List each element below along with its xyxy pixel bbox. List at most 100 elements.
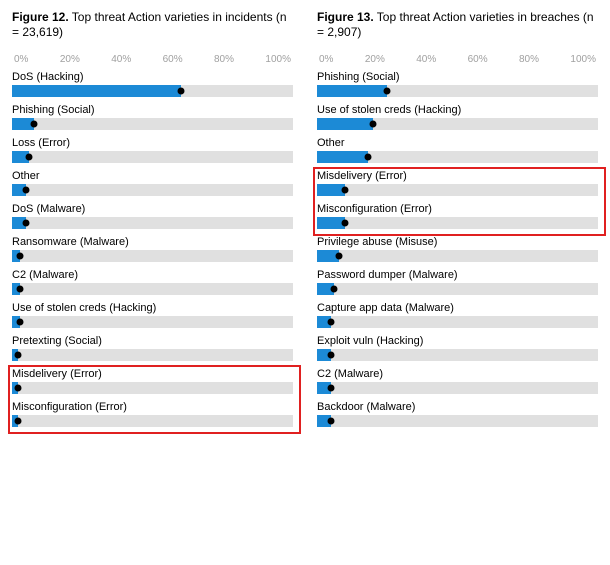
figure-12-panel: Figure 12. Top threat Action varieties i… (12, 10, 293, 553)
bar-row: C2 (Malware) (317, 368, 598, 394)
axis-tick: 100% (265, 54, 291, 65)
bar-label: Capture app data (Malware) (317, 302, 598, 316)
bar-track (12, 415, 293, 427)
bar-track (317, 217, 598, 229)
bar-label: Exploit vuln (Hacking) (317, 335, 598, 349)
bar-row: Use of stolen creds (Hacking) (317, 104, 598, 130)
axis-tick: 100% (570, 54, 596, 65)
bar-track (12, 184, 293, 196)
bar-dot (364, 154, 371, 161)
bar-row: Misdelivery (Error) (12, 368, 293, 394)
bar-dot (23, 220, 30, 227)
bar-row: Use of stolen creds (Hacking) (12, 302, 293, 328)
bar-label: Privilege abuse (Misuse) (317, 236, 598, 250)
bar-track (12, 151, 293, 163)
figure-12-rows: DoS (Hacking)Phishing (Social)Loss (Erro… (12, 71, 293, 434)
bar-track (12, 283, 293, 295)
bar-dot (25, 154, 32, 161)
bar-track (317, 283, 598, 295)
bar-track (12, 118, 293, 130)
bar-row: Backdoor (Malware) (317, 401, 598, 427)
axis-tick: 0% (319, 54, 333, 65)
figure-12-title: Figure 12. Top threat Action varieties i… (12, 10, 293, 40)
bar-row: Pretexting (Social) (12, 335, 293, 361)
axis-tick: 80% (214, 54, 234, 65)
bar-row: Password dumper (Malware) (317, 269, 598, 295)
bar-fill (317, 118, 373, 130)
figure-13-panel: Figure 13. Top threat Action varieties i… (317, 10, 598, 553)
bar-label: Other (317, 137, 598, 151)
axis-tick: 60% (163, 54, 183, 65)
figure-pair: Figure 12. Top threat Action varieties i… (0, 0, 610, 565)
bar-fill (12, 85, 181, 97)
bar-label: Misdelivery (Error) (317, 170, 598, 184)
bar-label: Misconfiguration (Error) (12, 401, 293, 415)
axis-tick: 20% (365, 54, 385, 65)
bar-track (317, 85, 598, 97)
bar-track (12, 85, 293, 97)
bar-track (317, 349, 598, 361)
bar-row: DoS (Hacking) (12, 71, 293, 97)
bar-label: Password dumper (Malware) (317, 269, 598, 283)
bar-fill (317, 85, 387, 97)
bar-row: Capture app data (Malware) (317, 302, 598, 328)
bar-row: Privilege abuse (Misuse) (317, 236, 598, 262)
bar-row: Phishing (Social) (317, 71, 598, 97)
bar-label: Loss (Error) (12, 137, 293, 151)
bar-label: C2 (Malware) (12, 269, 293, 283)
bar-label: Backdoor (Malware) (317, 401, 598, 415)
bar-dot (328, 352, 335, 359)
bar-label: DoS (Malware) (12, 203, 293, 217)
bar-label: Ransomware (Malware) (12, 236, 293, 250)
axis-tick: 20% (60, 54, 80, 65)
bar-dot (14, 418, 21, 425)
bar-label: Pretexting (Social) (12, 335, 293, 349)
bar-dot (342, 187, 349, 194)
figure-13-title: Figure 13. Top threat Action varieties i… (317, 10, 598, 40)
bar-row: Misconfiguration (Error) (317, 203, 598, 229)
figure-13-rows: Phishing (Social) Use of stolen creds (Ha… (317, 71, 598, 434)
bar-dot (31, 121, 38, 128)
bar-dot (370, 121, 377, 128)
axis-tick: 40% (111, 54, 131, 65)
bar-label: Misconfiguration (Error) (317, 203, 598, 217)
bar-dot (330, 286, 337, 293)
bar-dot (384, 88, 391, 95)
bar-track (12, 316, 293, 328)
bar-label: Use of stolen creds (Hacking) (317, 104, 598, 118)
figure-12-x-axis: 0% 20% 40% 60% 80% 100% (12, 54, 293, 71)
figure-13-x-axis: 0% 20% 40% 60% 80% 100% (317, 54, 598, 71)
bar-track (12, 349, 293, 361)
bar-row: DoS (Malware) (12, 203, 293, 229)
bar-row: C2 (Malware) (12, 269, 293, 295)
bar-row: Exploit vuln (Hacking) (317, 335, 598, 361)
bar-dot (17, 319, 24, 326)
bar-track (12, 250, 293, 262)
bar-dot (328, 385, 335, 392)
axis-tick: 40% (416, 54, 436, 65)
bar-label: Phishing (Social) (317, 71, 598, 85)
bar-row: Ransomware (Malware) (12, 236, 293, 262)
bar-dot (328, 418, 335, 425)
axis-tick: 80% (519, 54, 539, 65)
bar-label: Misdelivery (Error) (12, 368, 293, 382)
bar-track (317, 250, 598, 262)
bar-label: Other (12, 170, 293, 184)
bar-row: Other (317, 137, 598, 163)
bar-track (12, 217, 293, 229)
bar-track (317, 415, 598, 427)
bar-label: DoS (Hacking) (12, 71, 293, 85)
bar-dot (17, 253, 24, 260)
axis-tick: 60% (468, 54, 488, 65)
figure-13-title-prefix: Figure 13. (317, 10, 374, 24)
bar-row: Loss (Error) (12, 137, 293, 163)
bar-track (317, 184, 598, 196)
bar-track (317, 118, 598, 130)
bar-dot (177, 88, 184, 95)
bar-fill (317, 151, 368, 163)
bar-dot (14, 385, 21, 392)
bar-label: C2 (Malware) (317, 368, 598, 382)
bar-dot (328, 319, 335, 326)
bar-dot (14, 352, 21, 359)
bar-track (317, 382, 598, 394)
